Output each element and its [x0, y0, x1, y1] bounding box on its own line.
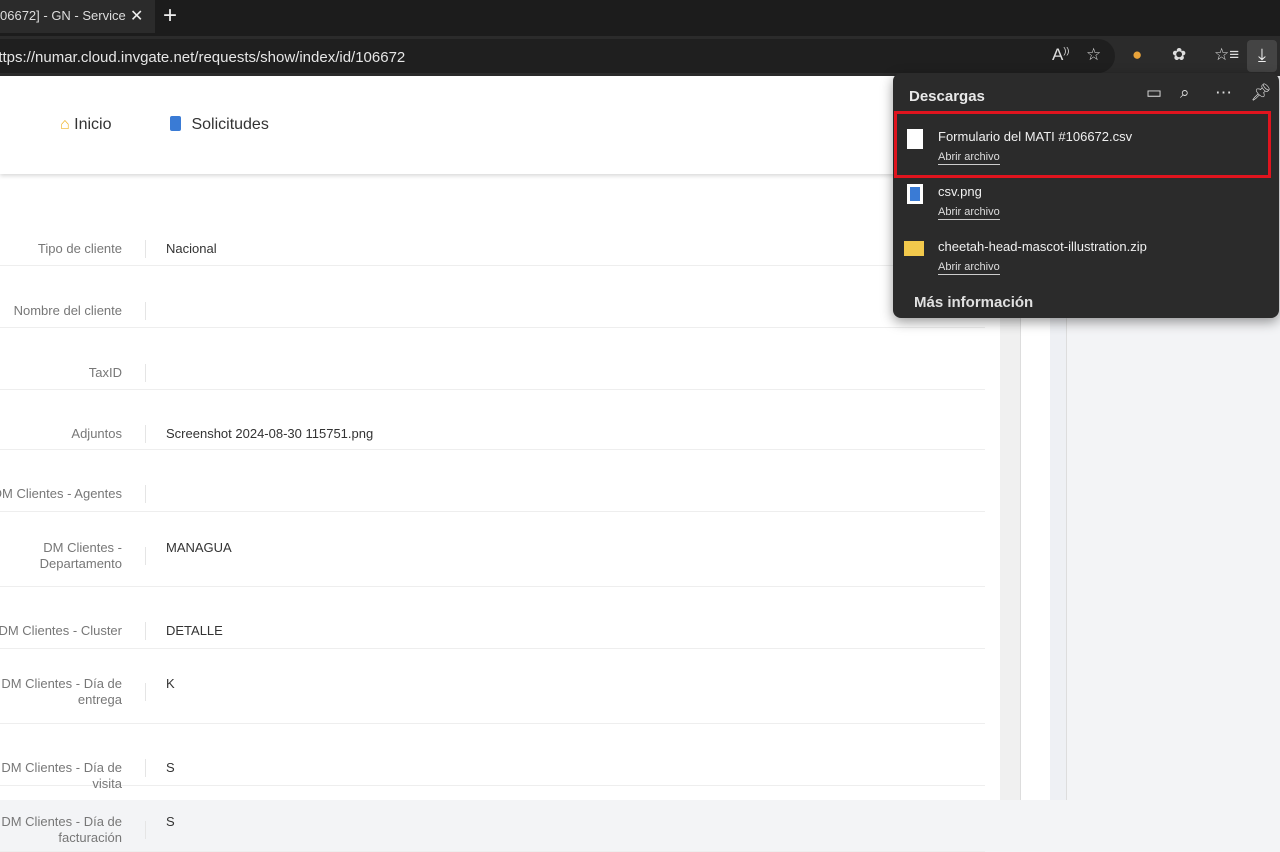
field-row: DM Clientes - Agentes: [0, 450, 985, 512]
downloads-icon[interactable]: ⤓: [1247, 40, 1277, 72]
zip-folder-icon: [904, 241, 924, 256]
search-icon[interactable]: ⌕: [1180, 83, 1190, 103]
divider: [145, 485, 146, 503]
url-text: https://numar.cloud.invgate.net/requests…: [0, 49, 406, 66]
open-file-link[interactable]: Abrir archivo: [938, 261, 1000, 275]
star-icon[interactable]: ☆: [1086, 45, 1101, 65]
field-row: DM Clientes - Departamento MANAGUA: [0, 512, 985, 587]
divider: [145, 683, 146, 701]
new-tab-button[interactable]: +: [163, 2, 177, 30]
nav-home-label: Inicio: [74, 116, 112, 133]
tab-title: 06672] - GN - Service: [0, 8, 126, 23]
field-label: Tipo de cliente: [37, 241, 122, 256]
divider: [145, 622, 146, 640]
url-input[interactable]: https://numar.cloud.invgate.net/requests…: [0, 39, 1115, 73]
field-value: MANAGUA: [166, 540, 232, 555]
download-item[interactable]: cheetah-head-mascot-illustration.zip Abri…: [893, 235, 1279, 290]
divider: [145, 364, 146, 382]
nav-home[interactable]: ⌂ Inicio: [60, 116, 111, 134]
field-value: S: [166, 814, 175, 829]
field-value: Screenshot 2024-08-30 115751.png: [166, 426, 374, 441]
document-icon: [170, 116, 181, 131]
field-row: TaxID: [0, 328, 985, 390]
field-label: DM Clientes - Agentes: [0, 486, 122, 501]
divider: [145, 821, 146, 839]
highlight-box: [894, 111, 1271, 178]
download-item[interactable]: csv.png Abrir archivo: [893, 180, 1279, 235]
field-value: DETALLE: [166, 623, 223, 638]
tab-bar: 06672] - GN - Service ✕ +: [0, 0, 1280, 36]
field-row: DM Clientes - Día de facturación S: [0, 786, 985, 852]
divider: [145, 425, 146, 443]
open-file-link[interactable]: Abrir archivo: [938, 206, 1000, 220]
home-icon: ⌂: [60, 116, 70, 133]
favorites-icon[interactable]: ☆≡: [1214, 45, 1239, 65]
extensions-icon[interactable]: ✿: [1172, 45, 1186, 65]
nav-requests[interactable]: Solicitudes: [170, 116, 269, 134]
field-value: S: [166, 760, 175, 775]
pin-icon[interactable]: 📌︎: [1250, 83, 1272, 103]
field-label: DM Clientes - Día de facturación: [1, 814, 122, 845]
app-header: ⌂ Inicio Solicitudes: [0, 76, 1000, 174]
cheetah-extension-icon[interactable]: ●: [1132, 45, 1142, 65]
field-row: DM Clientes - Día de entrega K: [0, 649, 985, 724]
address-bar-area: https://numar.cloud.invgate.net/requests…: [0, 36, 1280, 76]
download-filename: cheetah-head-mascot-illustration.zip: [938, 239, 1147, 254]
nav-requests-label: Solicitudes: [191, 116, 269, 133]
field-label: TaxID: [88, 365, 122, 380]
download-filename: csv.png: [938, 184, 982, 199]
more-info-link[interactable]: Más información: [914, 294, 1033, 311]
field-row: DM Clientes - Cluster DETALLE: [0, 587, 985, 649]
field-row: Tipo de cliente Nacional: [0, 222, 985, 266]
field-label: Nombre del cliente: [13, 303, 122, 318]
image-file-icon: [907, 184, 923, 204]
more-options-icon[interactable]: ⋯: [1215, 83, 1232, 103]
field-label: DM Clientes - Día de entrega: [1, 676, 122, 707]
divider: [145, 547, 146, 565]
field-value: Nacional: [166, 241, 217, 256]
field-label: Adjuntos: [71, 426, 122, 441]
divider: [145, 240, 146, 258]
browser-tab[interactable]: 06672] - GN - Service ✕: [0, 0, 155, 33]
request-fields: Tipo de cliente Nacional Nombre del client…: [0, 174, 1000, 852]
divider: [145, 302, 146, 320]
open-folder-icon[interactable]: ▭: [1146, 83, 1162, 103]
read-aloud-icon[interactable]: A)): [1052, 45, 1069, 65]
field-row: DM Clientes - Día de visita S: [0, 724, 985, 791]
downloads-panel: Descargas ▭ ⌕ ⋯ 📌︎ Formulario del MATI #…: [893, 73, 1279, 318]
field-value: K: [166, 676, 175, 691]
divider: [145, 759, 146, 777]
field-row: Nombre del cliente: [0, 266, 985, 328]
field-row: Adjuntos Screenshot 2024-08-30 115751.png: [0, 390, 985, 450]
downloads-title: Descargas: [909, 88, 985, 105]
close-tab-icon[interactable]: ✕: [130, 6, 143, 26]
field-label: DM Clientes - Cluster: [0, 623, 122, 638]
field-label: DM Clientes - Departamento: [39, 540, 122, 571]
